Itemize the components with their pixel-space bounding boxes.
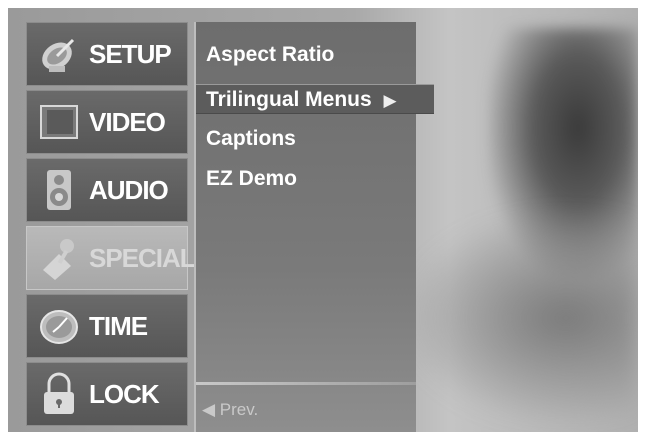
menu-item-aspect-ratio[interactable]: Aspect Ratio	[206, 40, 334, 70]
sidebar-item-label: TIME	[89, 310, 148, 341]
sidebar-item-label: LOCK	[89, 378, 160, 409]
sidebar-item-lock[interactable]: LOCK	[26, 362, 188, 426]
sidebar-item-time[interactable]: TIME	[26, 294, 188, 358]
menu-item-ez-demo[interactable]: EZ Demo	[206, 164, 297, 194]
menu-item-captions[interactable]: Captions	[206, 124, 296, 154]
panel-divider	[196, 382, 416, 385]
sidebar-item-video[interactable]: VIDEO	[26, 90, 188, 154]
sidebar-item-label: VIDEO	[89, 106, 166, 137]
sidebar-item-label: SPECIAL	[89, 242, 196, 273]
menu-item-label: Aspect Ratio	[206, 43, 335, 66]
sidebar-item-label: SETUP	[89, 38, 172, 69]
main-menu-sidebar: SETUP VIDEO AUDIO SPECIAL TIME LOCK	[26, 22, 196, 430]
special-tools-icon	[37, 234, 81, 282]
screen-icon	[37, 98, 81, 146]
background-shadow-lower	[398, 208, 638, 428]
setup-submenu-panel: Aspect Ratio Trilingual Menus ▶ Captions…	[194, 22, 434, 432]
menu-item-trilingual-menus[interactable]: Trilingual Menus ▶	[196, 84, 434, 114]
menu-item-label: Trilingual Menus	[206, 88, 372, 111]
satellite-dish-icon	[37, 30, 81, 78]
sidebar-item-setup[interactable]: SETUP	[26, 22, 188, 86]
menu-item-label: Captions	[206, 127, 296, 150]
padlock-icon	[37, 370, 81, 418]
sidebar-item-audio[interactable]: AUDIO	[26, 158, 188, 222]
sidebar-item-label: AUDIO	[89, 174, 169, 205]
right-arrow-icon: ▶	[383, 91, 397, 110]
speaker-icon	[37, 166, 81, 214]
sidebar-item-special[interactable]: SPECIAL	[26, 226, 196, 290]
tv-osd-screen: SETUP VIDEO AUDIO SPECIAL TIME LOCK Aspe…	[8, 8, 638, 432]
menu-item-label: EZ Demo	[206, 167, 298, 190]
prev-button[interactable]: ◀ Prev.	[202, 400, 258, 420]
clock-icon	[37, 302, 81, 350]
